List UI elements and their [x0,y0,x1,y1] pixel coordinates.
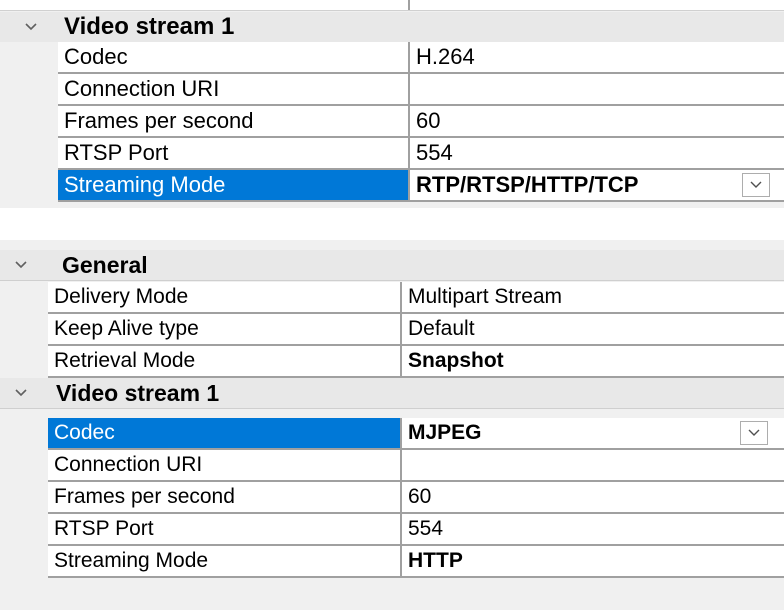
chevron-down-icon[interactable] [18,12,44,42]
property-name: Connection URI [48,450,402,482]
property-value[interactable]: 554 [402,514,784,546]
property-value[interactable]: HTTP [402,546,784,578]
property-row-codec[interactable]: Codec H.264 [0,42,784,74]
streaming-mode-select[interactable]: RTP/RTSP/HTTP/TCP [410,170,784,202]
property-row-codec[interactable]: Codec MJPEG [0,418,784,450]
property-value[interactable]: 554 [410,138,784,170]
property-row-connection-uri[interactable]: Connection URI [0,450,784,482]
property-grid-rtsp: Video stream 1 Codec H.264 Connection UR… [0,0,784,208]
previous-row-sliver [0,0,784,11]
property-value[interactable]: Default [402,314,784,346]
property-row-rtsp-port[interactable]: RTSP Port 554 [0,138,784,170]
property-row-streaming-mode[interactable]: Streaming Mode HTTP [0,546,784,578]
property-name: Streaming Mode [48,546,402,578]
property-grid-mjpeg: General Delivery Mode Multipart Stream K… [0,240,784,610]
property-name: Codec [58,42,410,74]
property-name: Delivery Mode [48,282,402,314]
property-value[interactable]: Multipart Stream [402,282,784,314]
property-name: RTSP Port [48,514,402,546]
property-row-delivery-mode[interactable]: Delivery Mode Multipart Stream [0,282,784,314]
property-row-frames-per-second[interactable]: Frames per second 60 [0,482,784,514]
property-value[interactable] [402,450,784,482]
chevron-down-icon [747,424,761,442]
property-row-streaming-mode[interactable]: Streaming Mode RTP/RTSP/HTTP/TCP [0,170,784,202]
property-row-frames-per-second[interactable]: Frames per second 60 [0,106,784,138]
category-title: General [62,251,148,278]
category-general[interactable]: General [0,250,784,281]
property-name: RTSP Port [58,138,410,170]
property-name: Frames per second [48,482,402,514]
property-name: Connection URI [58,74,410,106]
property-name: Retrieval Mode [48,346,402,378]
property-value[interactable]: 60 [402,482,784,514]
dropdown-button[interactable] [742,173,770,197]
category-title: Video stream 1 [56,379,220,406]
category-title: Video stream 1 [64,13,235,40]
property-row-rtsp-port[interactable]: RTSP Port 554 [0,514,784,546]
property-value: MJPEG [408,421,482,444]
property-name: Codec [48,418,402,450]
chevron-down-icon[interactable] [8,378,34,408]
property-value: RTP/RTSP/HTTP/TCP [416,172,639,197]
property-name: Frames per second [58,106,410,138]
category-video-stream[interactable]: Video stream 1 [0,378,784,409]
codec-select[interactable]: MJPEG [402,418,784,450]
property-value[interactable]: H.264 [410,42,784,74]
chevron-down-icon [749,176,763,194]
property-name: Keep Alive type [48,314,402,346]
property-value[interactable] [410,74,784,106]
dropdown-button[interactable] [740,421,768,445]
chevron-down-icon[interactable] [8,250,34,280]
property-row-retrieval-mode[interactable]: Retrieval Mode Snapshot [0,346,784,378]
property-row-keep-alive-type[interactable]: Keep Alive type Default [0,314,784,346]
property-value[interactable]: Snapshot [402,346,784,378]
property-name: Streaming Mode [58,170,410,202]
property-value[interactable]: 60 [410,106,784,138]
category-video-stream[interactable]: Video stream 1 [0,12,784,43]
property-row-connection-uri[interactable]: Connection URI [0,74,784,106]
